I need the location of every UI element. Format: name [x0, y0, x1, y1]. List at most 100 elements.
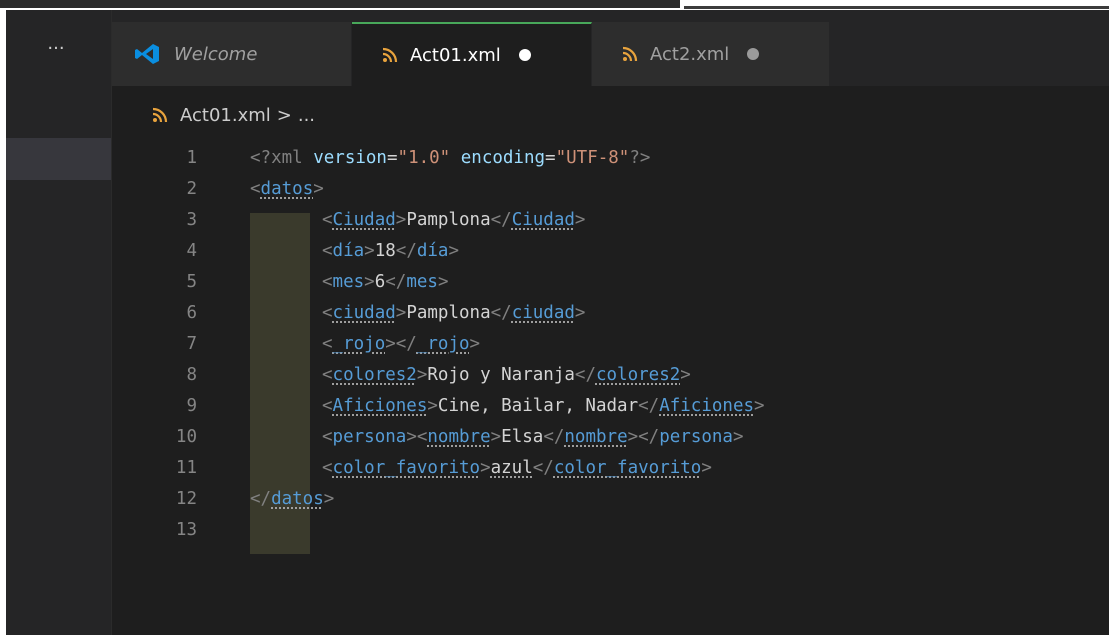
- code-line: 7 <_rojo></_rojo>: [112, 328, 1109, 359]
- xml-tag: persona: [332, 426, 407, 447]
- xml-tag: datos: [260, 178, 314, 199]
- line-content: <ciudad>Pamplona</ciudad>: [322, 302, 586, 323]
- title-strip: [0, 0, 1109, 10]
- line-content: <mes>6</mes>: [322, 271, 449, 292]
- code-line: 2 <datos>: [112, 173, 1109, 204]
- unsaved-dot-icon[interactable]: [518, 49, 531, 61]
- xml-text: azul: [490, 457, 533, 478]
- rss-xml-icon: [622, 46, 638, 62]
- xml-eq: =: [386, 147, 398, 168]
- sidebar: ···: [0, 10, 112, 635]
- xml-text: Rojo y Naranja: [427, 364, 575, 385]
- breadcrumb-ellipsis[interactable]: ...: [298, 105, 315, 126]
- line-content: <color_favorito>azul</color_favorito>: [322, 457, 712, 478]
- line-number: 1: [186, 147, 197, 168]
- tab-bar: Welcome Act01.xml Act2.xml: [112, 10, 1109, 86]
- xml-tag: color_favorito: [553, 457, 702, 478]
- line-content: <datos>: [250, 178, 324, 199]
- line-number: 12: [175, 488, 197, 509]
- line-content: <Aficiones>Cine, Bailar, Nadar</Aficione…: [322, 395, 765, 416]
- line-number: 11: [175, 457, 197, 478]
- line-content: <persona><nombre>Elsa</nombre></persona>: [322, 426, 744, 447]
- xml-tag: Aficiones: [659, 395, 755, 416]
- xml-tag: nombre: [564, 426, 628, 447]
- xml-tag: persona: [659, 426, 733, 447]
- line-number: 5: [186, 271, 197, 292]
- code-line: 3 <Ciudad>Pamplona</Ciudad>: [112, 204, 1109, 235]
- line-content: <colores2>Rojo y Naranja</colores2>: [322, 364, 691, 385]
- xml-tag: ciudad: [332, 302, 396, 323]
- unsaved-dot-icon[interactable]: [747, 48, 760, 60]
- xml-tag: día: [332, 240, 365, 261]
- more-actions-button[interactable]: ···: [0, 10, 112, 86]
- xml-text: Pamplona: [406, 302, 491, 323]
- xml-attr: encoding: [450, 147, 546, 168]
- code-line: 6 <ciudad>Pamplona</ciudad>: [112, 297, 1109, 328]
- xml-text: 6: [374, 271, 386, 292]
- title-bar-line: [684, 6, 1109, 9]
- code-line: 9 <Aficiones>Cine, Bailar, Nadar</Aficio…: [112, 390, 1109, 421]
- code-line: 8 <colores2>Rojo y Naranja</colores2>: [112, 359, 1109, 390]
- xml-tag: _rojo: [332, 333, 386, 354]
- line-number: 4: [186, 240, 197, 261]
- line-content: <día>18</día>: [322, 240, 460, 261]
- sidebar-active-item[interactable]: [0, 138, 112, 180]
- line-number: 7: [186, 333, 197, 354]
- code-line: 4 <día>18</día>: [112, 235, 1109, 266]
- code-editor[interactable]: 1 <?xml version="1.0" encoding="UTF-8"?>…: [112, 142, 1109, 635]
- xml-attr: version: [313, 147, 387, 168]
- line-number: 2: [186, 178, 197, 199]
- tab-welcome-label: Welcome: [174, 43, 258, 65]
- tab-act01[interactable]: Act01.xml: [352, 22, 592, 86]
- xml-tag: color_favorito: [332, 457, 481, 478]
- vscode-window: ··· Welcome Act01.xml Act2.xml Act01.xml…: [0, 0, 1109, 635]
- xml-tag: ciudad: [511, 302, 575, 323]
- breadcrumb-separator: >: [276, 104, 292, 126]
- xml-tag: nombre: [427, 426, 491, 447]
- code-line: 5 <mes>6</mes>: [112, 266, 1109, 297]
- line-content: <Ciudad>Pamplona</Ciudad>: [322, 209, 586, 230]
- xml-value: "1.0": [397, 147, 451, 168]
- xml-tag: mes: [406, 271, 438, 292]
- line-number: 8: [186, 364, 197, 385]
- line-number: 9: [186, 395, 197, 416]
- xml-tag: Aficiones: [332, 395, 428, 416]
- title-bar-segment: [0, 0, 680, 8]
- line-number: 13: [175, 519, 197, 540]
- rss-xml-icon: [382, 47, 398, 63]
- xml-text: Cine, Bailar, Nadar: [437, 395, 639, 416]
- breadcrumb: Act01.xml > ...: [152, 100, 315, 130]
- line-content: <_rojo></_rojo>: [322, 333, 481, 354]
- code-line: 12 </datos>: [112, 483, 1109, 514]
- rss-xml-icon: [152, 107, 168, 123]
- xml-tag: Ciudad: [332, 209, 396, 230]
- xml-tag: día: [416, 240, 449, 261]
- xml-tag: mes: [332, 271, 365, 292]
- tab-act2[interactable]: Act2.xml: [592, 22, 830, 86]
- xml-text: Pamplona: [406, 209, 491, 230]
- code-line: 11 <color_favorito>azul</color_favorito>: [112, 452, 1109, 483]
- tab-act2-label: Act2.xml: [650, 43, 730, 65]
- line-content: </datos>: [250, 488, 335, 509]
- tab-act01-label: Act01.xml: [410, 44, 501, 66]
- breadcrumb-file[interactable]: Act01.xml: [180, 105, 271, 126]
- xml-tag: colores2: [332, 364, 417, 385]
- code-line: 13: [112, 514, 1109, 545]
- xml-tag: Ciudad: [511, 209, 575, 230]
- xml-value: "UTF-8": [555, 147, 630, 168]
- tab-welcome[interactable]: Welcome: [112, 22, 352, 86]
- xml-text: 18: [374, 240, 396, 261]
- code-line: 1 <?xml version="1.0" encoding="UTF-8"?>: [112, 142, 1109, 173]
- line-number: 10: [175, 426, 197, 447]
- code-line: 10 <persona><nombre>Elsa</nombre></perso…: [112, 421, 1109, 452]
- window-edge: [0, 10, 6, 635]
- xml-tag: _rojo: [416, 333, 470, 354]
- line-number: 6: [186, 302, 197, 323]
- line-number: 3: [186, 209, 197, 230]
- line-content: <?xml version="1.0" encoding="UTF-8"?>: [250, 148, 650, 168]
- xml-decl-close: ?>: [629, 147, 651, 168]
- xml-decl-open: <?xml: [250, 147, 314, 168]
- vscode-logo-icon: [135, 44, 159, 64]
- xml-eq: =: [545, 147, 556, 168]
- xml-tag: datos: [271, 488, 324, 509]
